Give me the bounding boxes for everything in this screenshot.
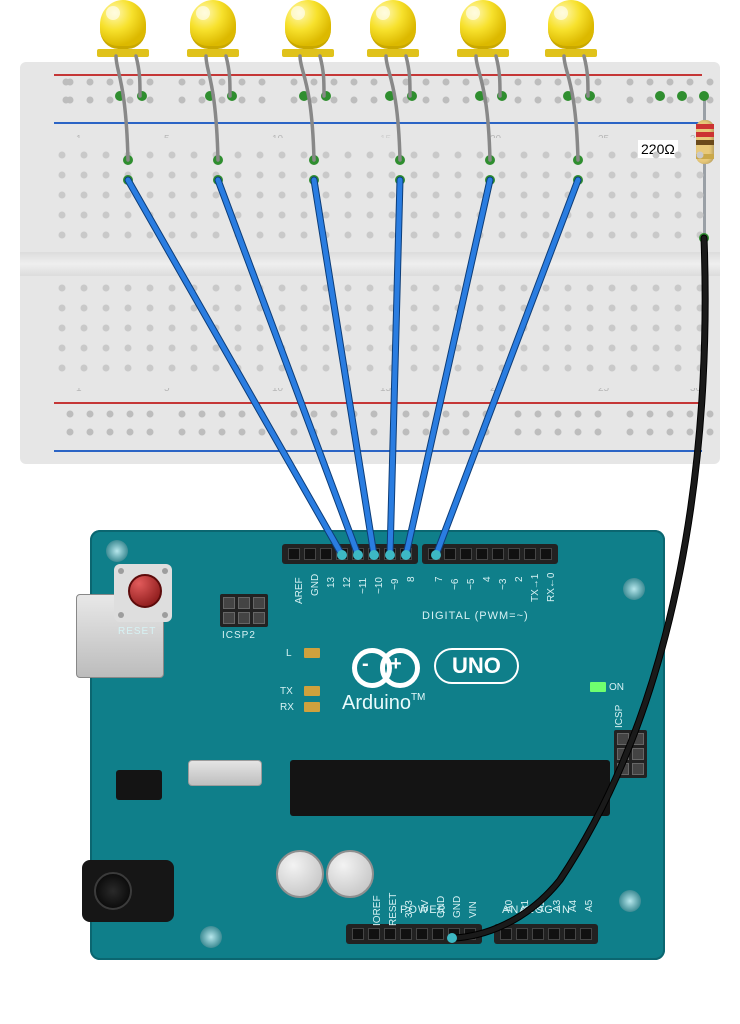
digital-header-right	[422, 544, 558, 564]
pin-label: RX←0	[546, 573, 557, 602]
pin-label: GND	[452, 896, 463, 918]
power-header	[346, 924, 482, 944]
led-6	[548, 0, 598, 80]
pin-label: RESET	[388, 893, 399, 926]
pin-label: AREF	[294, 577, 305, 604]
icsp2-header	[220, 594, 268, 627]
pin-label: 2	[514, 576, 525, 582]
led-l-label: L	[286, 648, 292, 659]
pin-label: A0	[504, 900, 515, 912]
digital-section-label: DIGITAL (PWM=~)	[422, 610, 529, 622]
atmega-chip	[290, 760, 610, 816]
wiring-diagram: 1 5 10 15 20 25 30 1 5 10 15 20 25 30 A …	[0, 0, 740, 1024]
resistor-label: 220Ω	[638, 140, 678, 158]
led-5	[460, 0, 510, 80]
icsp-header	[614, 730, 647, 778]
led-tx-label: TX	[280, 686, 293, 697]
resistor-220	[694, 100, 716, 220]
digital-header-left	[282, 544, 418, 564]
pin-label: 4	[482, 576, 493, 582]
pin-label: GND	[310, 574, 321, 596]
pin-label: GND	[436, 896, 447, 918]
arduino-name: Arduino	[342, 692, 411, 714]
pin-label: A2	[536, 900, 547, 912]
capacitor	[276, 850, 324, 898]
capacitor	[326, 850, 374, 898]
icsp-label: ICSP	[614, 705, 625, 728]
reset-button[interactable]	[114, 564, 172, 622]
pin-label: ~11	[358, 578, 369, 594]
led-3	[285, 0, 335, 80]
pin-label: 12	[342, 577, 353, 588]
reset-cap-icon	[128, 574, 162, 608]
pin-label: 3V3	[404, 900, 415, 918]
icsp2-label: ICSP2	[222, 630, 256, 641]
led-2	[190, 0, 240, 80]
pin-label: 13	[326, 577, 337, 588]
uno-label: UNO	[434, 648, 519, 684]
pin-label: 8	[406, 576, 417, 582]
pin-label: A4	[568, 900, 579, 912]
breadboard-main	[20, 138, 720, 388]
pin-label: TX→1	[530, 574, 541, 602]
tm: TM	[411, 692, 425, 703]
led-rx-label: RX	[280, 702, 294, 713]
pin-label: ~9	[390, 579, 401, 590]
led-on-label: ON	[609, 682, 624, 693]
breadboard: 1 5 10 15 20 25 30 1 5 10 15 20 25 30 A …	[20, 62, 720, 464]
led-1	[100, 0, 150, 80]
pin-label: ~6	[450, 579, 461, 590]
pin-label: 7	[434, 576, 445, 582]
pin-label: IOREF	[372, 895, 383, 926]
analog-header	[494, 924, 598, 944]
pin-label: ~5	[466, 579, 477, 590]
barrel-jack	[82, 860, 174, 922]
arduino-uno: RESET ICSP2 AREF GND 13 12 ~11 ~10 ~9 8 …	[90, 530, 665, 960]
reset-label: RESET	[118, 626, 156, 637]
pin-label: VIN	[468, 901, 479, 918]
pin-label: 5V	[420, 900, 431, 912]
pin-label: ~3	[498, 579, 509, 590]
pin-label: A1	[520, 900, 531, 912]
pin-label: ~10	[374, 577, 385, 594]
led-4	[370, 0, 420, 80]
arduino-logo-icon: - +	[352, 648, 420, 682]
pin-label: A3	[552, 900, 563, 912]
pin-label: A5	[584, 900, 595, 912]
power-rail-bottom	[20, 400, 720, 456]
